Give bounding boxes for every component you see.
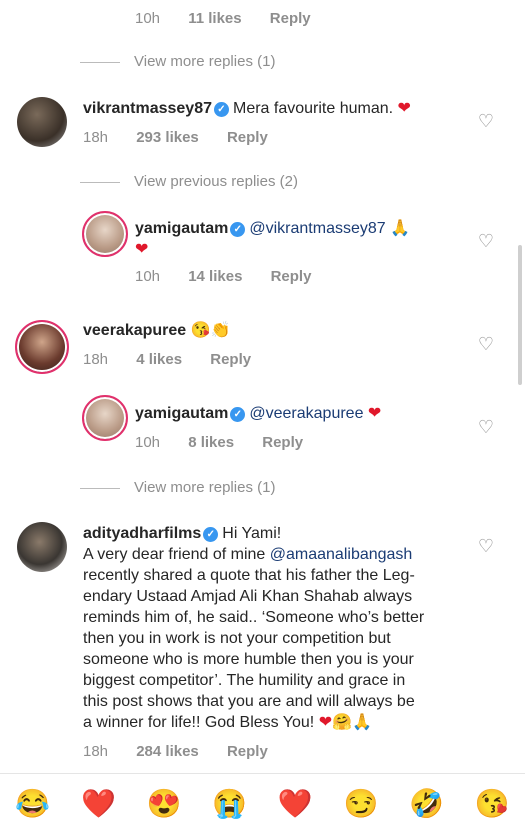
heart-outline-icon[interactable]: ♡ xyxy=(477,418,495,436)
joy-emoji-button[interactable]: 😂 xyxy=(15,789,50,819)
reply-body: yamigautam ✓ @vikrantmassey87 🙏 ❤ xyxy=(135,218,465,260)
avatar[interactable] xyxy=(17,522,67,572)
comment-likes[interactable]: 4 likes xyxy=(136,351,182,368)
comment-line: biggest competitor’. The humility and gr… xyxy=(83,672,406,689)
reply-username[interactable]: yamigautam xyxy=(135,220,228,237)
heart-eyes-emoji-button[interactable]: 😍 xyxy=(147,789,182,819)
verified-badge-icon: ✓ xyxy=(213,102,229,117)
verified-badge-icon: ✓ xyxy=(203,527,219,542)
comment-time: 18h xyxy=(83,351,109,368)
comment-text: A very dear friend of mine xyxy=(83,546,270,563)
kiss-clap-emojis: 😘👏 xyxy=(190,322,231,339)
comment-line: then you in work is not your competition… xyxy=(83,630,391,647)
divider-line xyxy=(80,487,120,489)
comment-likes[interactable]: 284 likes xyxy=(136,743,199,760)
heart-emoji: ❤ xyxy=(367,405,382,422)
avatar[interactable] xyxy=(82,211,128,257)
divider-line xyxy=(80,61,120,63)
heart-emoji-button[interactable]: ❤️ xyxy=(81,789,116,819)
avatar[interactable] xyxy=(17,97,67,147)
reply-likes[interactable]: 11 likes xyxy=(188,10,241,27)
comment-likes[interactable]: 293 likes xyxy=(136,129,199,146)
comment-body: vikrantmassey87 ✓ Mera favourite human. ❤ xyxy=(83,98,411,119)
reply-button[interactable]: Reply xyxy=(210,351,251,368)
comment-text: Mera favourite human. xyxy=(232,100,398,117)
comment-body: veerakapuree 😘👏 xyxy=(83,320,230,341)
sob-emoji-button[interactable]: 😭 xyxy=(212,789,247,819)
mention-link[interactable]: @vikrantmassey87 xyxy=(249,220,385,237)
reply-button[interactable]: Reply xyxy=(227,743,268,760)
view-more-replies[interactable]: View more replies (1) xyxy=(80,479,275,496)
reply-meta: 10h 11 likes Reply xyxy=(135,10,311,27)
comment-username[interactable]: vikrantmassey87 xyxy=(83,100,212,117)
reply-button[interactable]: Reply xyxy=(227,129,268,146)
verified-badge-icon: ✓ xyxy=(230,407,246,422)
comment-time: 18h xyxy=(83,743,109,760)
comment-username[interactable]: adityadharfilms xyxy=(83,525,201,542)
reply-button[interactable]: Reply xyxy=(270,10,311,27)
reply-button[interactable]: Reply xyxy=(262,434,303,451)
comment-body: adityadharfilms ✓ Hi Yami! A very dear fri… xyxy=(83,523,473,733)
reply-time: 10h xyxy=(135,10,161,27)
reply-body: yamigautam ✓ @veerakapuree ❤ xyxy=(135,403,381,424)
comment-line: this post shows that you are and will al… xyxy=(83,693,415,710)
comment-line: a winner for life!! God Bless You! xyxy=(83,714,319,731)
divider-line xyxy=(80,181,120,183)
comment-meta: 18h 4 likes Reply xyxy=(83,351,251,368)
mention-link[interactable]: @veerakapuree xyxy=(249,405,363,422)
view-previous-label: View previous replies (2) xyxy=(134,173,298,190)
heart-emoji: ❤ xyxy=(135,241,149,258)
reply-meta: 10h 14 likes Reply xyxy=(135,268,311,285)
reply-meta: 10h 8 likes Reply xyxy=(135,434,303,451)
reply-likes[interactable]: 8 likes xyxy=(188,434,234,451)
heart-outline-icon[interactable]: ♡ xyxy=(477,537,495,555)
comment-line: recently shared a quote that his father … xyxy=(83,567,415,584)
scrollbar[interactable] xyxy=(518,245,522,385)
smirk-emoji-button[interactable]: 😏 xyxy=(344,789,379,819)
comment-greeting: Hi Yami! xyxy=(222,525,282,542)
comment-meta: 18h 293 likes Reply xyxy=(83,129,268,146)
reply-time: 10h xyxy=(135,268,161,285)
comment-username[interactable]: veerakapuree xyxy=(83,322,186,339)
heart-hug-pray-emojis: ❤🤗🙏 xyxy=(318,714,372,731)
heart-emoji: ❤ xyxy=(397,100,411,117)
kiss-emoji-button[interactable]: 😘 xyxy=(475,789,510,819)
heart-emoji-button[interactable]: ❤️ xyxy=(278,789,313,819)
comment-line: someone who is more humble then you is y… xyxy=(83,651,414,668)
comment-line: endary Ustaad Amjad Ali Khan Shahab alwa… xyxy=(83,588,413,605)
heart-outline-icon[interactable]: ♡ xyxy=(477,232,495,250)
reply-likes[interactable]: 14 likes xyxy=(188,268,242,285)
avatar[interactable] xyxy=(82,395,128,441)
reply-username[interactable]: yamigautam xyxy=(135,405,228,422)
view-more-label: View more replies (1) xyxy=(134,53,276,70)
verified-badge-icon: ✓ xyxy=(230,222,246,237)
rofl-emoji-button[interactable]: 🤣 xyxy=(409,789,444,819)
comment-time: 18h xyxy=(83,129,109,146)
comment-meta: 18h 284 likes Reply xyxy=(83,743,268,760)
heart-outline-icon[interactable]: ♡ xyxy=(477,112,495,130)
pray-emoji: 🙏 xyxy=(390,220,411,237)
view-more-replies[interactable]: View more replies (1) xyxy=(80,53,275,70)
reply-time: 10h xyxy=(135,434,161,451)
avatar[interactable] xyxy=(15,320,69,374)
comment-line: reminds him of, he said.. ‘Someone who’s… xyxy=(83,609,425,626)
reply-button[interactable]: Reply xyxy=(271,268,312,285)
emoji-quick-bar: 😂 ❤️ 😍 😭 ❤️ 😏 🤣 😘 xyxy=(0,773,525,834)
view-previous-replies[interactable]: View previous replies (2) xyxy=(80,173,298,190)
mention-link[interactable]: @amaanalibangash xyxy=(270,546,413,563)
view-more-label: View more replies (1) xyxy=(134,479,276,496)
heart-outline-icon[interactable]: ♡ xyxy=(477,335,495,353)
